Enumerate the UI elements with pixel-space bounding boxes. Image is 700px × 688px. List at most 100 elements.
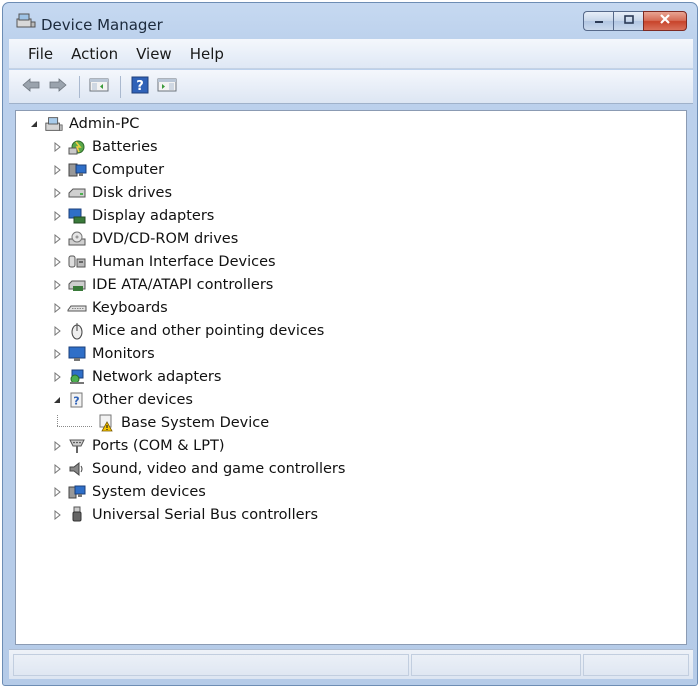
maximize-icon — [623, 13, 635, 29]
status-panel-main — [13, 654, 409, 676]
tree-item-universal-serial-bus-controllers[interactable]: Universal Serial Bus controllers — [51, 504, 318, 526]
device-manager-icon — [15, 13, 37, 29]
window-controls — [583, 11, 687, 31]
expanded-triangle-icon[interactable] — [28, 118, 40, 130]
collapsed-triangle-icon[interactable] — [51, 509, 63, 521]
tree-connector — [57, 426, 92, 427]
monitor-icon — [67, 345, 87, 363]
forward-button[interactable] — [46, 75, 70, 99]
status-panel-3 — [583, 654, 689, 676]
tree-item-label: DVD/CD-ROM drives — [92, 231, 239, 247]
collapsed-triangle-icon[interactable] — [51, 440, 63, 452]
minimize-button[interactable] — [583, 11, 613, 31]
tree-item-other-devices[interactable]: ? Other devices — [51, 389, 193, 411]
warning-device-icon — [96, 414, 116, 432]
tree-root-label: Admin-PC — [69, 116, 140, 132]
tree-item-label: Sound, video and game controllers — [92, 461, 346, 477]
collapsed-triangle-icon[interactable] — [51, 256, 63, 268]
usb-icon — [67, 506, 87, 524]
collapsed-triangle-icon[interactable] — [51, 141, 63, 153]
tree-root-admin-pc[interactable]: Admin-PC — [28, 113, 139, 135]
battery-icon — [67, 138, 87, 156]
help-button[interactable]: ? — [128, 75, 152, 99]
tree-item-label: Disk drives — [92, 185, 173, 201]
close-button[interactable] — [643, 11, 687, 31]
sound-icon — [67, 460, 87, 478]
toolbar-separator — [120, 75, 121, 98]
help-icon: ? — [131, 76, 149, 98]
svg-text:?: ? — [73, 395, 79, 408]
svg-text:?: ? — [136, 79, 144, 94]
tree-item-label: System devices — [92, 484, 206, 500]
tree-item-dvd-cd-rom-drives[interactable]: DVD/CD-ROM drives — [51, 228, 238, 250]
tree-item-ports-com-lpt[interactable]: Ports (COM & LPT) — [51, 435, 224, 457]
status-bar — [9, 649, 693, 679]
tree-connector — [57, 415, 58, 426]
collapsed-triangle-icon[interactable] — [51, 302, 63, 314]
disk-drive-icon — [67, 184, 87, 202]
collapsed-triangle-icon[interactable] — [51, 210, 63, 222]
back-button[interactable] — [19, 75, 43, 99]
collapsed-triangle-icon[interactable] — [51, 486, 63, 498]
collapsed-triangle-icon[interactable] — [51, 348, 63, 360]
show-hide-console-tree-icon — [89, 77, 109, 97]
tree-item-sound-video-and-game-controllers[interactable]: Sound, video and game controllers — [51, 458, 345, 480]
properties-button[interactable] — [155, 75, 179, 99]
tree-child-base-system-device[interactable]: Base System Device — [96, 412, 269, 434]
title-bar[interactable]: Device Manager — [3, 3, 697, 37]
show-hide-console-tree-button[interactable] — [87, 75, 111, 99]
toolbar: ? — [9, 70, 693, 104]
tree-item-network-adapters[interactable]: Network adapters — [51, 366, 221, 388]
maximize-button[interactable] — [613, 11, 643, 31]
tree-item-ide-ata-atapi-controllers[interactable]: IDE ATA/ATAPI controllers — [51, 274, 273, 296]
unknown-device-icon: ? — [67, 391, 87, 409]
port-icon — [67, 437, 87, 455]
tree-item-monitors[interactable]: Monitors — [51, 343, 155, 365]
tree-item-label: Mice and other pointing devices — [92, 323, 325, 339]
menu-help[interactable]: Help — [181, 43, 233, 65]
tree-item-label: Network adapters — [92, 369, 222, 385]
ide-controller-icon — [67, 276, 87, 294]
tree-item-label: Keyboards — [92, 300, 168, 316]
dvd-drive-icon — [67, 230, 87, 248]
tree-item-computer[interactable]: Computer — [51, 159, 164, 181]
status-panel-2 — [411, 654, 581, 676]
tree-item-label: IDE ATA/ATAPI controllers — [92, 277, 274, 293]
collapsed-triangle-icon[interactable] — [51, 164, 63, 176]
collapsed-triangle-icon[interactable] — [51, 187, 63, 199]
keyboard-icon — [67, 299, 87, 317]
menu-bar: File Action View Help — [9, 39, 693, 69]
forward-arrow-icon — [48, 77, 68, 97]
back-arrow-icon — [21, 77, 41, 97]
expanded-triangle-icon[interactable] — [51, 394, 63, 406]
tree-item-label: Display adapters — [92, 208, 215, 224]
toolbar-separator — [79, 75, 80, 98]
system-device-icon — [67, 483, 87, 501]
computer-root-icon — [44, 115, 64, 133]
tree-item-label: Human Interface Devices — [92, 254, 276, 270]
tree-item-label: Computer — [92, 162, 165, 178]
tree-item-label: Batteries — [92, 139, 158, 155]
tree-item-keyboards[interactable]: Keyboards — [51, 297, 168, 319]
collapsed-triangle-icon[interactable] — [51, 371, 63, 383]
menu-view[interactable]: View — [127, 43, 181, 65]
tree-item-batteries[interactable]: Batteries — [51, 136, 158, 158]
window-title: Device Manager — [41, 16, 163, 34]
menu-file[interactable]: File — [19, 43, 62, 65]
close-icon — [658, 13, 672, 29]
device-tree[interactable]: Admin-PC Batteries Computer Disk drives — [15, 110, 687, 645]
tree-item-disk-drives[interactable]: Disk drives — [51, 182, 172, 204]
collapsed-triangle-icon[interactable] — [51, 325, 63, 337]
tree-item-label: Other devices — [92, 392, 193, 408]
collapsed-triangle-icon[interactable] — [51, 233, 63, 245]
collapsed-triangle-icon[interactable] — [51, 279, 63, 291]
menu-action[interactable]: Action — [62, 43, 127, 65]
collapsed-triangle-icon[interactable] — [51, 463, 63, 475]
tree-item-display-adapters[interactable]: Display adapters — [51, 205, 214, 227]
tree-item-system-devices[interactable]: System devices — [51, 481, 206, 503]
tree-item-label: Monitors — [92, 346, 155, 362]
tree-item-human-interface-devices[interactable]: Human Interface Devices — [51, 251, 276, 273]
minimize-icon — [593, 13, 605, 29]
tree-item-mice-and-other-pointing-devices[interactable]: Mice and other pointing devices — [51, 320, 324, 342]
mouse-icon — [67, 322, 87, 340]
